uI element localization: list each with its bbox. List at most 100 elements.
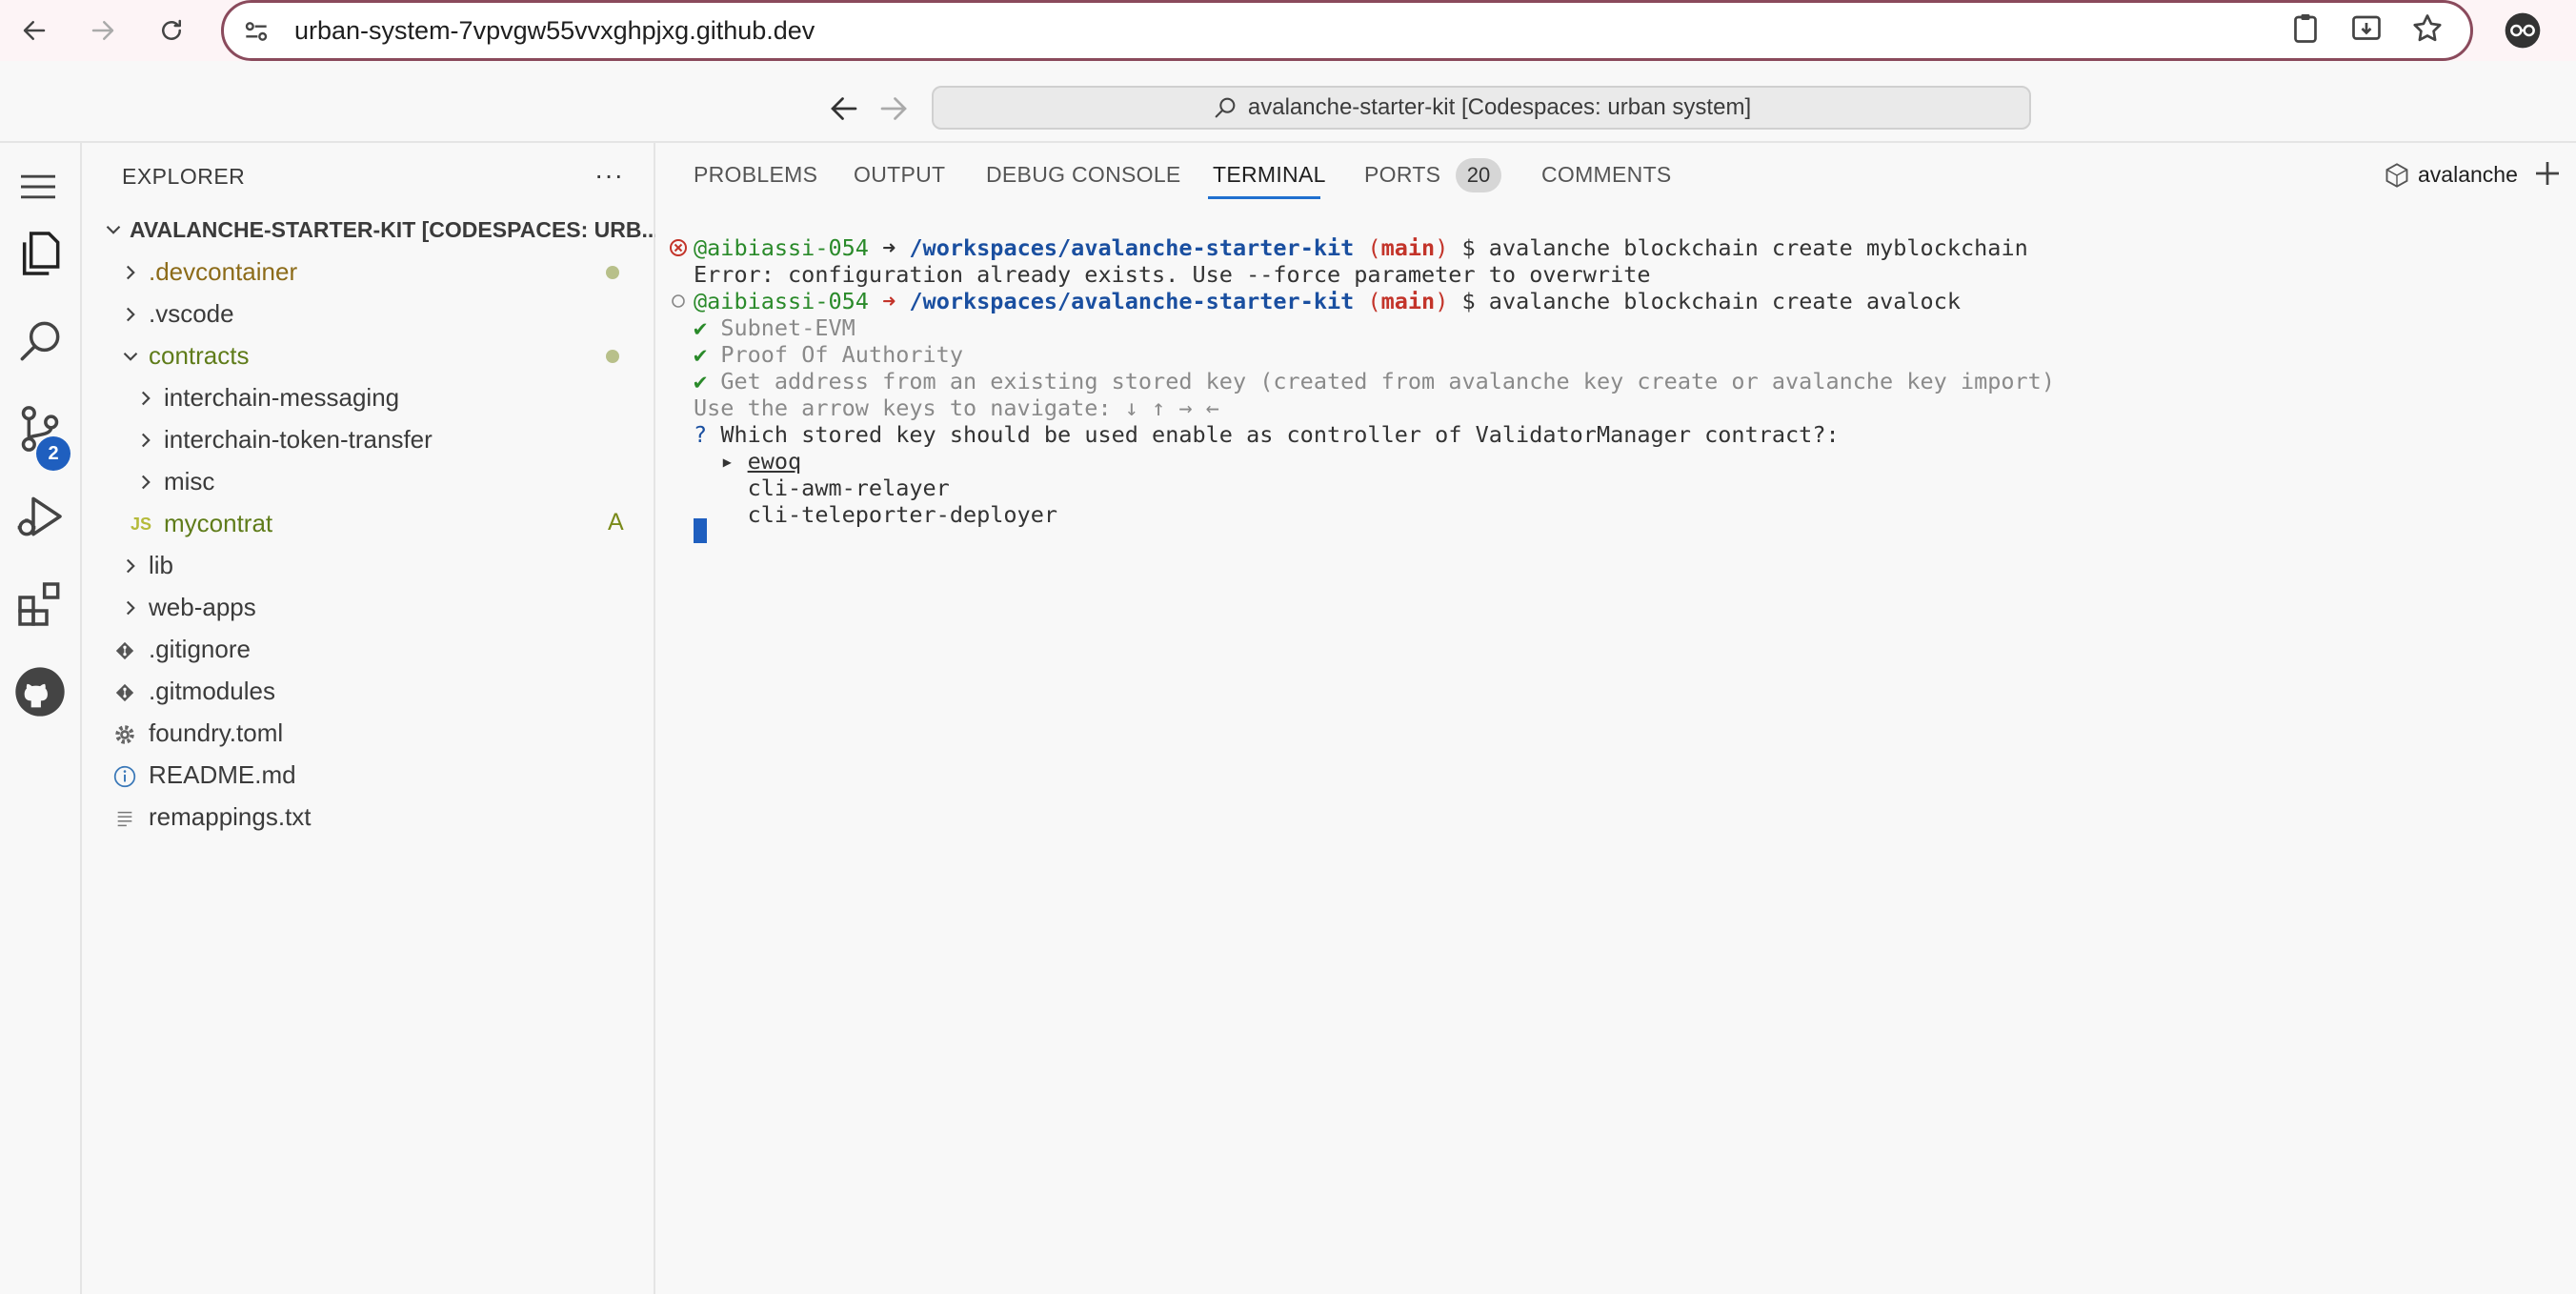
bookmark-star-icon[interactable]	[2410, 11, 2445, 46]
more-actions-icon[interactable]: ···	[594, 160, 624, 191]
terminal-option-2: cli-awm-relayer	[747, 475, 950, 501]
tree-item-lib[interactable]: lib	[84, 545, 655, 587]
terminal-line-2: Error: configuration already exists. Use…	[694, 261, 1651, 288]
terminal-instance-name[interactable]: avalanche	[2418, 162, 2518, 188]
chevron-right-icon	[141, 433, 151, 448]
tree-item-label: interchain-token-transfer	[164, 425, 433, 454]
tree-item-label: contracts	[149, 341, 250, 370]
terminal-panel: PROBLEMS OUTPUT DEBUG CONSOLE TERMINAL P…	[657, 143, 2576, 1294]
new-terminal-icon[interactable]	[2530, 156, 2565, 191]
tree-item-label: .vscode	[149, 299, 234, 328]
tree-item-misc[interactable]: misc	[84, 461, 655, 503]
tab-output[interactable]: OUTPUT	[854, 162, 945, 188]
terminal-shell-icon	[2385, 163, 2408, 188]
forward-icon[interactable]	[78, 6, 128, 55]
go-forward-icon[interactable]	[876, 91, 911, 126]
command-center[interactable]: avalanche-starter-kit [Codespaces: urban…	[932, 86, 2031, 130]
added-dot-icon	[606, 350, 619, 363]
chevron-down-icon	[106, 225, 121, 234]
tree-item-gitmodules[interactable]: .gitmodules	[84, 671, 655, 713]
chevron-down-icon	[123, 352, 138, 361]
tree-item-vscode[interactable]: .vscode	[84, 293, 655, 335]
explorer-icon[interactable]	[13, 227, 67, 280]
tree-item-label: .devcontainer	[149, 257, 298, 286]
tree-item-label: mycontrat	[164, 509, 273, 537]
text-file-icon	[117, 811, 132, 827]
terminal-option-3: cli-teleporter-deployer	[747, 501, 1058, 528]
tab-terminal[interactable]: TERMINAL	[1213, 162, 1326, 188]
ports-count-badge: 20	[1456, 158, 1501, 192]
reload-icon[interactable]	[147, 6, 196, 55]
command-marker-icon[interactable]	[669, 292, 688, 311]
tree-item-web-apps[interactable]: web-apps	[84, 587, 655, 629]
git-file-icon	[115, 641, 134, 660]
chevron-right-icon	[141, 475, 151, 490]
added-status: A	[608, 509, 624, 536]
tree-item-interchain-messaging[interactable]: interchain-messaging	[84, 377, 655, 419]
terminal-line-8: ? Which stored key should be used enable…	[694, 421, 1840, 448]
terminal-output[interactable]: @aibiassi-054 ➜ /workspaces/avalanche-st…	[657, 225, 2576, 1273]
tree-item-mycontrat[interactable]: JS mycontrat A	[84, 503, 655, 545]
git-file-icon	[115, 683, 134, 702]
site-settings-icon[interactable]	[241, 16, 272, 47]
error-marker-icon[interactable]	[669, 238, 688, 257]
github-icon[interactable]	[13, 665, 67, 718]
tab-problems[interactable]: PROBLEMS	[694, 162, 817, 188]
chevron-right-icon	[126, 558, 135, 574]
search-icon[interactable]	[13, 314, 67, 368]
profile-avatar-icon[interactable]	[2504, 11, 2542, 50]
go-back-icon[interactable]	[827, 91, 861, 126]
terminal-line-1: @aibiassi-054 ➜ /workspaces/avalanche-st…	[694, 234, 2028, 261]
chevron-right-icon	[126, 265, 135, 280]
panel-tabs: PROBLEMS OUTPUT DEBUG CONSOLE TERMINAL P…	[657, 143, 2576, 212]
terminal-option-1: ▸ ewoq	[720, 448, 802, 475]
clipboard-icon[interactable]	[2288, 11, 2323, 46]
chevron-right-icon	[126, 307, 135, 322]
tree-item-remappings[interactable]: remappings.txt	[84, 797, 655, 839]
tree-item-label: misc	[164, 467, 215, 495]
terminal-cursor	[694, 518, 707, 543]
js-file-icon: JS	[130, 514, 152, 534]
info-icon	[113, 765, 136, 788]
terminal-line-6: ✔ Get address from an existing stored ke…	[694, 368, 2055, 394]
run-debug-icon[interactable]	[13, 490, 67, 543]
explorer-sidebar: EXPLORER ··· AVALANCHE-STARTER-KIT [CODE…	[84, 143, 655, 1294]
gear-icon	[115, 725, 134, 744]
tree-item-label: .gitignore	[149, 635, 251, 663]
modified-dot-icon	[606, 266, 619, 279]
workspace-root-label: AVALANCHE-STARTER-KIT [CODESPACES: URB..…	[130, 217, 655, 242]
activity-bar: 2	[0, 143, 82, 1294]
chevron-right-icon	[141, 391, 151, 406]
terminal-line-3: @aibiassi-054 ➜ /workspaces/avalanche-st…	[694, 288, 1961, 314]
window: urban-system-7vpvgw55vvxghpjxg.github.de…	[0, 0, 2576, 1294]
tab-debug-console[interactable]: DEBUG CONSOLE	[986, 162, 1181, 188]
tree-item-gitignore[interactable]: .gitignore	[84, 629, 655, 671]
extensions-icon[interactable]	[13, 577, 67, 631]
tree-item-contracts[interactable]: contracts	[84, 335, 655, 377]
tree-item-label: lib	[149, 551, 174, 579]
tree-item-label: .gitmodules	[149, 677, 275, 705]
active-tab-indicator	[1208, 196, 1320, 199]
terminal-line-7: Use the arrow keys to navigate: ↓ ↑ → ←	[694, 394, 1219, 421]
tree-item-label: remappings.txt	[149, 802, 312, 831]
tab-ports[interactable]: PORTS	[1364, 162, 1440, 188]
menu-icon[interactable]	[17, 170, 59, 204]
tree-item-label: README.md	[149, 760, 296, 789]
tree-item-devcontainer[interactable]: .devcontainer	[84, 252, 655, 293]
back-icon[interactable]	[10, 6, 59, 55]
terminal-line-5: ✔ Proof Of Authority	[694, 341, 963, 368]
install-app-icon[interactable]	[2349, 11, 2384, 46]
tree-item-readme[interactable]: README.md	[84, 755, 655, 797]
terminal-line-4: ✔ Subnet-EVM	[694, 314, 855, 341]
tree-item-foundry-toml[interactable]: foundry.toml	[84, 713, 655, 755]
tab-comments[interactable]: COMMENTS	[1541, 162, 1672, 188]
source-control-badge: 2	[36, 436, 70, 471]
browser-toolbar: urban-system-7vpvgw55vvxghpjxg.github.de…	[0, 0, 2576, 61]
command-center-label: avalanche-starter-kit [Codespaces: urban…	[1247, 94, 1752, 120]
address-bar[interactable]: urban-system-7vpvgw55vvxghpjxg.github.de…	[221, 0, 2473, 61]
tree-item-label: web-apps	[149, 593, 256, 621]
tree-item-interchain-token-transfer[interactable]: interchain-token-transfer	[84, 419, 655, 461]
url-text[interactable]: urban-system-7vpvgw55vvxghpjxg.github.de…	[294, 16, 815, 46]
workspace-root[interactable]: AVALANCHE-STARTER-KIT [CODESPACES: URB..…	[91, 212, 655, 250]
explorer-title: EXPLORER	[122, 164, 246, 189]
